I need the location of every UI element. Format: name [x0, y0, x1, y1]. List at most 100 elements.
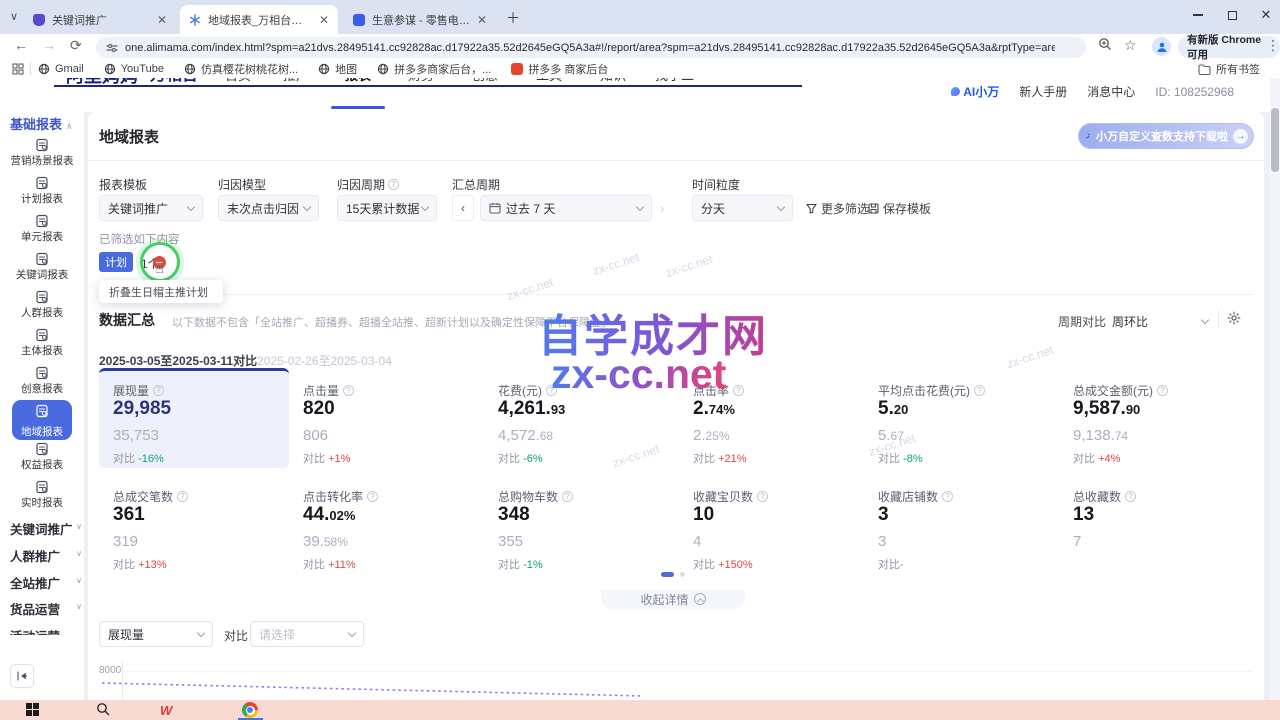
- zoom-icon[interactable]: [1098, 37, 1112, 54]
- help-icon[interactable]: [1157, 385, 1168, 396]
- browser-tab-1[interactable]: 关键词推广 ✕: [24, 5, 176, 34]
- sidebar-item-unit-report[interactable]: 单元报表: [0, 214, 84, 244]
- bookmark-map[interactable]: 地图: [318, 61, 357, 77]
- metric-card-total-favs[interactable]: 总收藏数 13 7: [1073, 488, 1258, 572]
- bookmark-star-icon[interactable]: ☆: [1124, 37, 1137, 54]
- sidebar-item-keyword-report[interactable]: 关键词报表: [0, 252, 84, 282]
- chart-metric-dropdown[interactable]: 展现量: [99, 621, 213, 647]
- site-settings-icon[interactable]: [106, 42, 118, 54]
- window-maximize-button[interactable]: [1216, 0, 1248, 30]
- taskbar-wps-icon[interactable]: W: [160, 703, 172, 718]
- sidebar-item-plan-report[interactable]: 计划报表: [0, 176, 84, 206]
- help-icon[interactable]: [974, 385, 985, 396]
- apps-grid-icon[interactable]: [12, 62, 24, 78]
- help-icon[interactable]: [153, 385, 164, 396]
- tab-close-icon[interactable]: ✕: [319, 14, 329, 26]
- period-date-picker[interactable]: 过去 7 天: [480, 195, 652, 221]
- sidebar-section-basic-reports[interactable]: 基础报表∧: [10, 114, 84, 133]
- period-next-button[interactable]: ›: [660, 201, 664, 216]
- all-bookmarks-button[interactable]: 所有书签: [1198, 60, 1260, 78]
- browser-menu-icon[interactable]: ⋮: [1266, 37, 1280, 54]
- sidebar-item-creative-report[interactable]: 创意报表: [0, 366, 84, 396]
- bookmark-sakura[interactable]: 仿真樱花树桃花树...: [184, 61, 298, 77]
- promo-download-button[interactable]: 小万自定义查数支持下载啦 →: [1078, 123, 1254, 149]
- browser-tab-2-active[interactable]: 地域报表_万相台无界版 ✕: [180, 5, 338, 34]
- new-tab-button[interactable]: ＋: [506, 8, 520, 28]
- chrome-update-chip[interactable]: 有新版 Chrome 可用: [1178, 36, 1280, 58]
- filter-label-template: 报表模板: [99, 176, 147, 193]
- tab-close-icon[interactable]: ✕: [477, 14, 487, 26]
- windows-start-button[interactable]: [26, 703, 39, 716]
- help-icon[interactable]: [343, 385, 354, 396]
- taskbar-search-icon[interactable]: [96, 702, 110, 720]
- template-dropdown[interactable]: 关键词推广: [99, 195, 203, 221]
- metric-card-ctr[interactable]: 点击率 2.74% 2.25% 对比 +21%: [693, 382, 878, 466]
- tab-title: 地域报表_万相台无界版: [208, 12, 312, 28]
- help-icon[interactable]: [733, 385, 744, 396]
- sidebar-item-realtime-report[interactable]: 实时报表: [0, 480, 84, 510]
- help-icon[interactable]: [177, 491, 188, 502]
- metric-card-avg-cpc[interactable]: 平均点击花费(元) 5.20 5.67 对比 -8%: [878, 382, 1063, 466]
- help-icon[interactable]: [546, 385, 557, 396]
- help-icon[interactable]: [1125, 491, 1136, 502]
- window-close-button[interactable]: ✕: [1250, 0, 1280, 30]
- sidebar-group-audience-promo[interactable]: 人群推广∨: [10, 546, 80, 565]
- sidebar-item-marketing-scene-report[interactable]: 营销场景报表: [0, 138, 84, 168]
- sidebar-group-goods-ops[interactable]: 货品运营∨: [10, 599, 80, 618]
- forward-icon[interactable]: →: [42, 37, 56, 53]
- window-minimize-button[interactable]: [1182, 0, 1214, 30]
- tab-search-chevron-icon[interactable]: ∨: [10, 10, 18, 23]
- collapse-details-button[interactable]: 收起详情: [601, 589, 745, 609]
- plan-tooltip[interactable]: 折叠生日帽主推计划: [99, 280, 223, 303]
- bookmark-youtube[interactable]: YouTube: [104, 63, 164, 75]
- plan-tag[interactable]: 计划: [99, 252, 133, 272]
- metric-card-item-favs[interactable]: 收藏宝贝数 10 4 对比 +150%: [693, 488, 878, 572]
- metric-card-shop-favs[interactable]: 收藏店铺数 3 3 对比-: [878, 488, 1063, 572]
- more-filters-button[interactable]: 更多筛选: [806, 200, 869, 217]
- bookmark-pdd-1[interactable]: 拼多多商家后台，...: [377, 61, 491, 77]
- period-prev-button[interactable]: ‹: [452, 195, 474, 221]
- taskbar-chrome-icon[interactable]: [242, 702, 258, 718]
- bookmark-pdd-2[interactable]: 拼多多 商家后台: [511, 61, 608, 77]
- scrollbar-thumb[interactable]: [1271, 108, 1279, 172]
- back-icon[interactable]: ←: [14, 37, 28, 53]
- granularity-dropdown[interactable]: 分天: [692, 195, 793, 221]
- help-icon[interactable]: [367, 491, 378, 502]
- carousel-dot[interactable]: [680, 572, 685, 577]
- metric-card-cost[interactable]: 花费(元) 4,261.93 4,572.68 对比 -6%: [498, 382, 683, 466]
- reload-icon[interactable]: ⟳: [70, 37, 82, 54]
- help-icon[interactable]: [388, 179, 399, 190]
- metric-card-impressions[interactable]: 展现量 29,985 35,753 对比 -16%: [113, 382, 298, 466]
- compare-dropdown[interactable]: 周环比: [1112, 313, 1208, 330]
- sidebar-group-sitewide-promo[interactable]: 全站推广∨: [10, 573, 80, 592]
- tab-close-icon[interactable]: ✕: [157, 14, 167, 26]
- metric-card-cvr[interactable]: 点击转化率 44.02% 39.58% 对比 +11%: [303, 488, 488, 572]
- sidebar-group-keyword-promo[interactable]: 关键词推广∨: [10, 519, 80, 538]
- gear-icon[interactable]: [1227, 311, 1241, 330]
- chart-compare-dropdown[interactable]: 请选择: [250, 621, 364, 647]
- help-icon[interactable]: [757, 491, 768, 502]
- browser-tab-3[interactable]: 生意参谋 - 零售电商大数据产... ✕: [344, 5, 496, 34]
- model-dropdown[interactable]: 末次点击归因: [218, 195, 319, 221]
- metric-card-carts[interactable]: 总购物车数 348 355 对比 -1%: [498, 488, 683, 572]
- sidebar-item-rights-report[interactable]: 权益报表: [0, 442, 84, 472]
- help-icon[interactable]: [942, 491, 953, 502]
- help-icon[interactable]: [562, 491, 573, 502]
- sidebar-item-subject-report[interactable]: 主体报表: [0, 328, 84, 358]
- sidebar-item-region-report-selected[interactable]: 地域报表: [12, 400, 72, 440]
- cycle-dropdown[interactable]: 15天累计数据: [337, 195, 437, 221]
- carousel-dot-active[interactable]: [661, 572, 674, 577]
- nav-white-strip: [0, 98, 1280, 112]
- section-divider: [99, 294, 1253, 295]
- metric-card-gmv[interactable]: 总成交金额(元) 9,587.90 9,138.74 对比 +4%: [1073, 382, 1258, 466]
- save-template-button[interactable]: 保存模板: [868, 200, 931, 217]
- metric-card-orders[interactable]: 总成交笔数 361 319 对比 +13%: [113, 488, 298, 572]
- sidebar-collapse-button[interactable]: [10, 664, 34, 688]
- sidebar-group-activity-ops-cut[interactable]: 活动运营: [10, 626, 80, 635]
- metric-card-clicks[interactable]: 点击量 820 806 对比 +1%: [303, 382, 488, 466]
- address-bar[interactable]: one.alimama.com/index.html?spm=a21dvs.28…: [96, 37, 1086, 58]
- bookmark-gmail[interactable]: Gmail: [38, 63, 84, 75]
- screen: ∨ 关键词推广 ✕ 地域报表_万相台无界版 ✕ 生意参谋 - 零售电商大数据产.…: [0, 0, 1280, 720]
- profile-avatar[interactable]: [1152, 37, 1171, 56]
- sidebar-item-audience-report[interactable]: 人群报表: [0, 290, 84, 320]
